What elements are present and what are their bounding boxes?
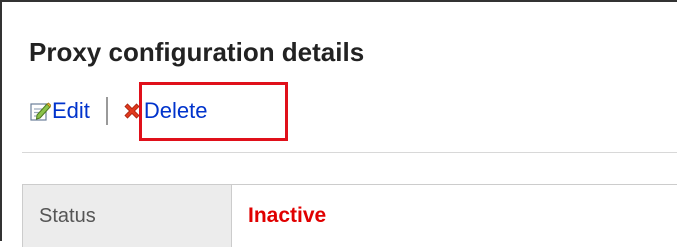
page-title: Proxy configuration details [29, 35, 364, 69]
section-divider [22, 152, 677, 153]
edit-icon [29, 100, 51, 122]
content-frame: Proxy configuration details Edit [0, 0, 677, 241]
edit-label: Edit [52, 98, 90, 124]
delete-link[interactable]: Delete [121, 98, 208, 124]
table-row: Status Inactive [23, 185, 677, 247]
toolbar-separator [106, 97, 108, 125]
edit-link[interactable]: Edit [29, 98, 90, 124]
action-toolbar: Edit Delete [29, 94, 208, 128]
details-table: Status Inactive [22, 184, 677, 247]
status-value: Inactive [232, 185, 677, 247]
delete-label: Delete [144, 98, 208, 124]
status-label: Status [23, 185, 232, 247]
delete-x-icon [121, 100, 143, 122]
